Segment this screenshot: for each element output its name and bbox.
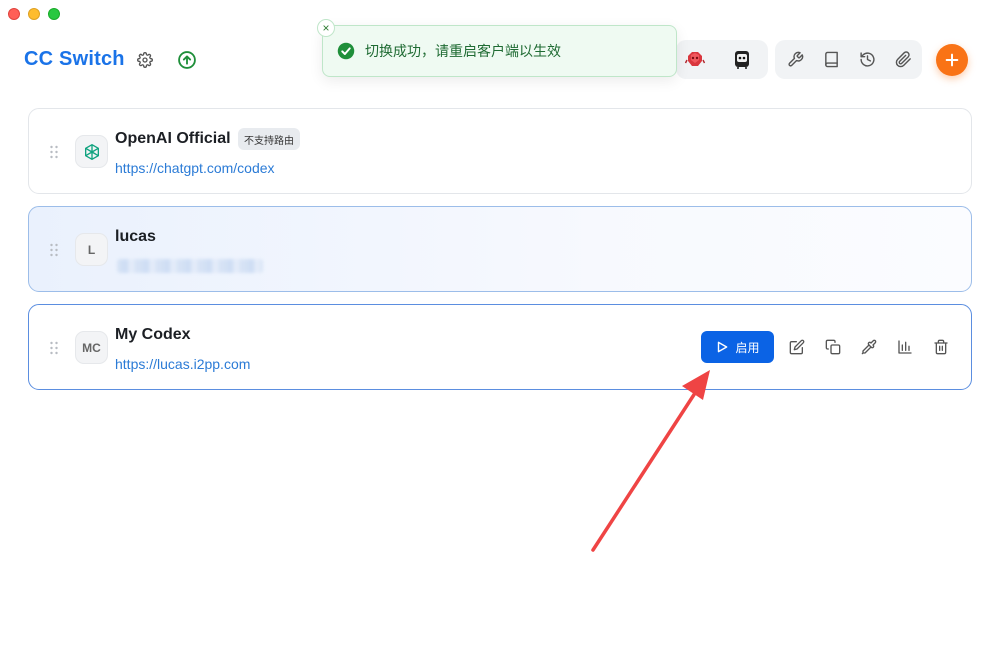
window-controls <box>8 8 60 20</box>
attachment-button[interactable] <box>891 48 915 72</box>
history-button[interactable] <box>855 48 879 72</box>
dark-mascot-icon[interactable] <box>731 48 753 70</box>
wrench-icon <box>787 51 803 67</box>
no-routing-badge: 不支持路由 <box>238 128 300 150</box>
delete-button[interactable] <box>929 335 953 359</box>
paperclip-icon <box>895 51 911 68</box>
zoom-window-button[interactable] <box>48 8 60 20</box>
edit-button[interactable] <box>785 335 809 359</box>
toast-message: 切换成功，请重启客户端以生效 <box>365 43 561 59</box>
settings-button[interactable] <box>133 48 157 72</box>
provider-avatar <box>75 135 108 168</box>
docs-button[interactable] <box>819 48 843 72</box>
edit-icon <box>789 339 805 355</box>
openai-logo-icon <box>84 143 99 160</box>
toast-close-button[interactable]: × <box>317 19 335 37</box>
provider-url-obscured <box>117 259 263 273</box>
play-icon <box>718 341 728 353</box>
check-circle-icon <box>337 42 355 60</box>
provider-actions: 启用 <box>701 331 965 363</box>
provider-card-lucas[interactable]: L lucas <box>28 206 972 292</box>
provider-name: lucas <box>115 228 156 245</box>
close-window-button[interactable] <box>8 8 20 20</box>
drag-handle-icon[interactable] <box>49 145 59 159</box>
tools-button[interactable] <box>783 48 807 72</box>
enable-button[interactable]: 启用 <box>701 331 774 363</box>
bar-chart-icon <box>898 340 912 354</box>
history-icon <box>859 52 875 67</box>
test-button[interactable] <box>857 335 881 359</box>
plus-icon <box>945 53 959 67</box>
gear-icon <box>137 52 153 68</box>
drag-handle-icon[interactable] <box>49 341 59 355</box>
minimize-window-button[interactable] <box>28 8 40 20</box>
add-provider-button[interactable] <box>936 44 968 76</box>
toolbar-group <box>775 40 922 79</box>
trash-icon <box>934 339 948 355</box>
app-title: CC Switch <box>24 48 125 70</box>
update-button[interactable] <box>175 48 199 72</box>
book-icon <box>824 51 838 68</box>
provider-name: My Codex <box>115 326 191 343</box>
duplicate-button[interactable] <box>821 335 845 359</box>
app-mode-toggle <box>676 40 768 79</box>
copy-icon <box>825 339 841 355</box>
enable-button-label: 启用 <box>735 340 760 355</box>
provider-avatar: L <box>75 233 108 266</box>
usage-stats-button[interactable] <box>893 335 917 359</box>
drag-handle-icon[interactable] <box>49 243 59 257</box>
app-window: CC Switch OpenAI Official 不支持路由 https://… <box>0 0 1000 650</box>
upload-arrow-icon <box>178 51 196 69</box>
red-mascot-icon[interactable] <box>684 48 706 70</box>
provider-url[interactable]: https://chatgpt.com/codex <box>115 160 275 176</box>
provider-avatar: MC <box>75 331 108 364</box>
provider-card-my-codex[interactable]: MC My Codex https://lucas.i2pp.com 启用 <box>28 304 972 390</box>
success-toast: × 切换成功，请重启客户端以生效 <box>317 19 677 77</box>
provider-card-openai[interactable]: OpenAI Official 不支持路由 https://chatgpt.co… <box>28 108 972 194</box>
provider-name: OpenAI Official <box>115 130 231 147</box>
provider-url[interactable]: https://lucas.i2pp.com <box>115 356 250 372</box>
pipette-icon <box>861 339 877 355</box>
